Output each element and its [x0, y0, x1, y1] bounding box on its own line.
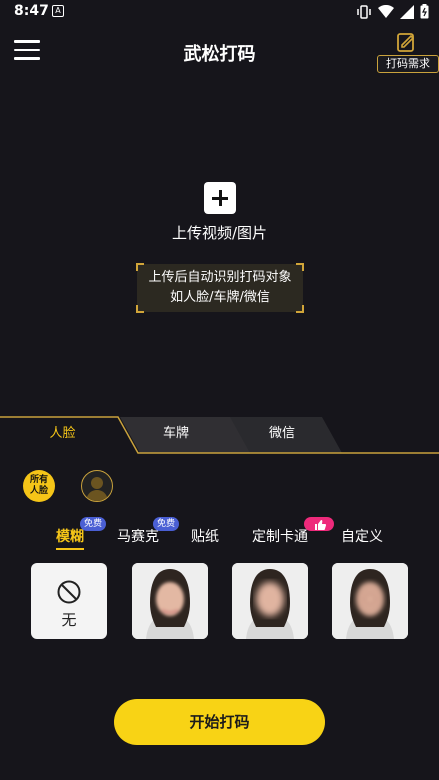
- free-badge: 免费: [153, 517, 180, 531]
- effect-custom[interactable]: 自定义: [341, 526, 383, 546]
- vibrate-icon: [357, 4, 371, 19]
- status-icons: [356, 4, 429, 19]
- hint-corner: [296, 263, 304, 271]
- tab-wechat[interactable]: 微信: [232, 414, 332, 452]
- status-bar: 8:47 A: [0, 0, 439, 24]
- effect-custom-cartoon[interactable]: 定制卡通: [252, 526, 308, 546]
- demand-button[interactable]: 打码需求: [377, 28, 439, 74]
- upload-area[interactable]: 上传视频/图片: [0, 180, 439, 250]
- hint-line-1: 上传后自动识别打码对象: [148, 270, 292, 285]
- tab-plate[interactable]: 车牌: [126, 414, 226, 452]
- person-icon: [86, 477, 108, 501]
- preset-blur-light[interactable]: [132, 563, 208, 639]
- edit-icon: [397, 33, 415, 52]
- effect-sticker[interactable]: 贴纸: [191, 526, 219, 546]
- prohibited-icon: [57, 580, 81, 604]
- face-selector: 所有 人脸: [0, 468, 439, 504]
- battery-icon: [420, 4, 429, 19]
- effect-options: 模糊 免费 马赛克 免费 贴纸 定制卡通 自定义: [0, 517, 439, 550]
- app-header: 武松打码 打码需求: [0, 28, 439, 76]
- face-photo-image: [132, 563, 208, 639]
- hint-corner: [136, 305, 144, 313]
- all-faces-label: 所有 人脸: [29, 475, 48, 496]
- effect-mosaic[interactable]: 马赛克: [117, 526, 159, 546]
- notification-icon: A: [52, 5, 64, 17]
- start-button[interactable]: 开始打码: [114, 699, 325, 745]
- face-photo-image: [332, 563, 408, 639]
- free-badge: 免费: [80, 517, 107, 531]
- wifi-icon: [378, 4, 394, 18]
- demand-label: 打码需求: [377, 55, 439, 73]
- hint-corner: [136, 263, 144, 271]
- preset-none[interactable]: 无: [31, 563, 107, 639]
- category-tabs: 人脸 车牌 微信: [0, 414, 439, 454]
- thumbs-up-icon: [315, 520, 327, 530]
- signal-icon: [400, 4, 414, 19]
- hint-corner: [296, 305, 304, 313]
- face-avatar[interactable]: [81, 470, 113, 502]
- all-faces-button[interactable]: 所有 人脸: [23, 470, 55, 502]
- like-badge: [304, 517, 334, 531]
- face-photo-image: [232, 563, 308, 639]
- hint-box: 上传后自动识别打码对象 如人脸/车牌/微信: [136, 263, 304, 313]
- plus-icon: [204, 182, 236, 214]
- hint-line-2: 如人脸/车牌/微信: [170, 290, 270, 305]
- preset-none-label: 无: [61, 611, 77, 629]
- page-title: 武松打码: [183, 44, 256, 65]
- preset-blur-radial[interactable]: [332, 563, 408, 639]
- effect-blur[interactable]: 模糊: [56, 526, 84, 550]
- status-time: 8:47: [14, 3, 49, 19]
- tab-face[interactable]: 人脸: [0, 414, 125, 452]
- preset-list: 无: [0, 563, 439, 641]
- preset-blur-strong[interactable]: [232, 563, 308, 639]
- upload-label: 上传视频/图片: [171, 224, 268, 242]
